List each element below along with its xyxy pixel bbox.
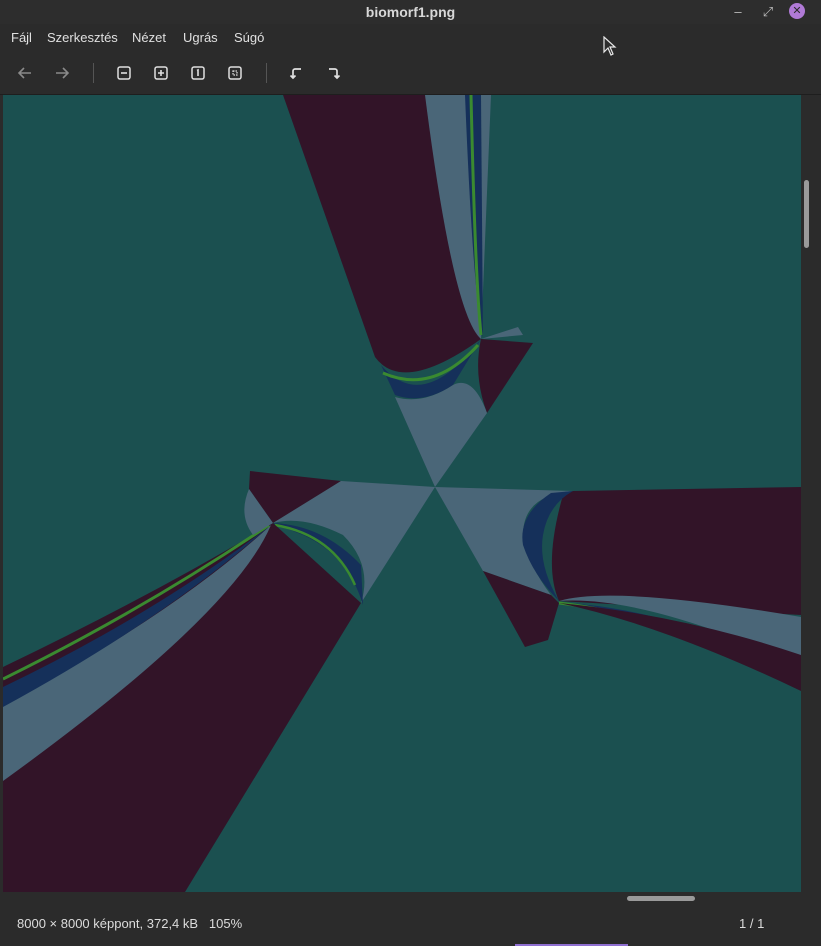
zoom-in-button[interactable] bbox=[150, 62, 172, 84]
rotate-right-button[interactable] bbox=[323, 62, 345, 84]
minimize-button[interactable]: ‒ bbox=[728, 2, 748, 22]
zoom-fit-button[interactable] bbox=[224, 62, 246, 84]
biomorph-image bbox=[3, 95, 801, 892]
fractal-arm-right bbox=[551, 487, 801, 615]
zoom-out-button[interactable] bbox=[113, 62, 135, 84]
fractal-arm-top-wedge bbox=[395, 382, 487, 487]
window-title: biomorf1.png bbox=[365, 4, 456, 20]
vertical-scrollbar-thumb[interactable] bbox=[804, 180, 809, 248]
close-button[interactable]: ✕ bbox=[789, 3, 805, 19]
status-bar: 8000 × 8000 képpont, 372,4 kB 105% 1 / 1 bbox=[0, 905, 821, 946]
mouse-cursor-icon bbox=[603, 36, 617, 56]
menu-view[interactable]: Nézet bbox=[132, 30, 166, 45]
menu-go[interactable]: Ugrás bbox=[183, 30, 218, 45]
zoom-original-button[interactable] bbox=[187, 62, 209, 84]
zoom-original-icon bbox=[191, 66, 205, 80]
toolbar bbox=[0, 52, 821, 95]
fractal-arm-top-tip bbox=[478, 339, 533, 413]
zoom-fit-icon bbox=[228, 66, 242, 80]
toolbar-separator bbox=[93, 63, 94, 83]
menu-file[interactable]: Fájl bbox=[11, 30, 32, 45]
zoom-out-icon bbox=[117, 66, 131, 80]
menu-edit[interactable]: Szerkesztés bbox=[47, 30, 118, 45]
title-bar: biomorf1.png ‒ ⤢ ✕ bbox=[0, 0, 821, 24]
menu-bar: Fájl Szerkesztés Nézet Ugrás Súgó bbox=[0, 24, 821, 52]
back-button[interactable] bbox=[14, 62, 36, 84]
image-viewport[interactable] bbox=[3, 95, 801, 892]
page-counter: 1 / 1 bbox=[739, 916, 765, 931]
fractal-arm-top-tip-band bbox=[481, 327, 523, 339]
image-info: 8000 × 8000 képpont, 372,4 kB 105% bbox=[17, 916, 243, 931]
rotate-right-icon bbox=[329, 68, 341, 80]
rotate-left-button[interactable] bbox=[285, 62, 307, 84]
rotate-left-icon bbox=[289, 68, 301, 80]
zoom-in-icon bbox=[154, 66, 168, 80]
forward-arrow-icon bbox=[56, 67, 70, 79]
maximize-button[interactable]: ⤢ bbox=[758, 2, 778, 22]
horizontal-scrollbar-thumb[interactable] bbox=[627, 896, 695, 901]
forward-button[interactable] bbox=[51, 62, 73, 84]
menu-help[interactable]: Súgó bbox=[234, 30, 264, 45]
back-arrow-icon bbox=[17, 67, 31, 79]
toolbar-separator bbox=[266, 63, 267, 83]
